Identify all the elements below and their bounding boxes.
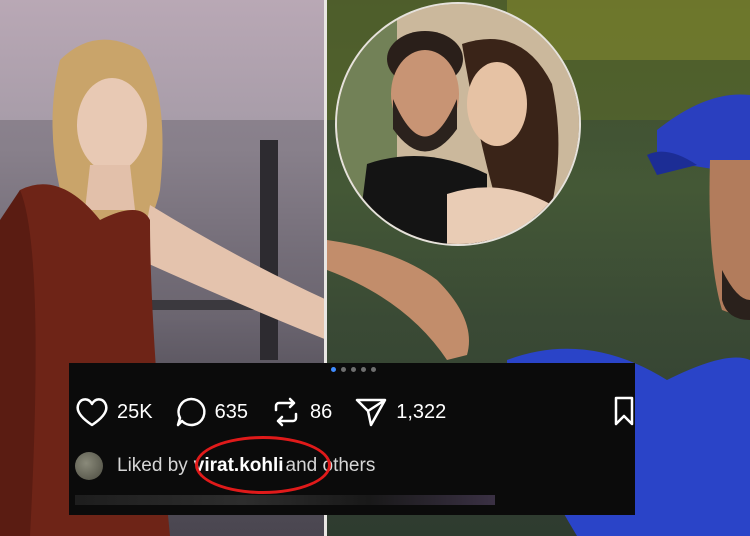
comments-count: 635 [214,400,248,423]
post-action-panel: 25K 635 86 1,322 Liked by virat.kohli an… [69,363,635,515]
repost-icon [274,397,298,427]
share-icon [355,398,387,427]
carousel-dot[interactable] [371,367,376,372]
couple-illustration [337,4,579,244]
bookmark-icon [614,396,634,426]
liked-by-prefix: Liked by [117,455,188,476]
carousel-dot[interactable] [341,367,346,372]
cropped-caption-strip [75,495,495,505]
share-button[interactable]: 1,322 [354,396,446,428]
couple-inset-photo [335,2,581,246]
like-button[interactable]: 25K [75,397,153,427]
shares-count: 1,322 [396,400,447,423]
likes-count: 25K [117,400,153,423]
carousel-dot[interactable] [331,367,336,372]
reposts-count: 86 [309,400,333,423]
comment-icon [176,397,206,427]
avatar[interactable] [75,452,103,480]
carousel-dots [331,367,376,375]
heart-icon [76,398,108,427]
highlight-annotation-circle [195,436,331,494]
carousel-dot[interactable] [361,367,366,372]
carousel-dot[interactable] [351,367,356,372]
comment-button[interactable]: 635 [175,396,248,428]
repost-button[interactable]: 86 [270,396,332,428]
post-actions: 25K 635 86 1,322 [75,396,468,428]
save-button[interactable] [613,395,635,432]
